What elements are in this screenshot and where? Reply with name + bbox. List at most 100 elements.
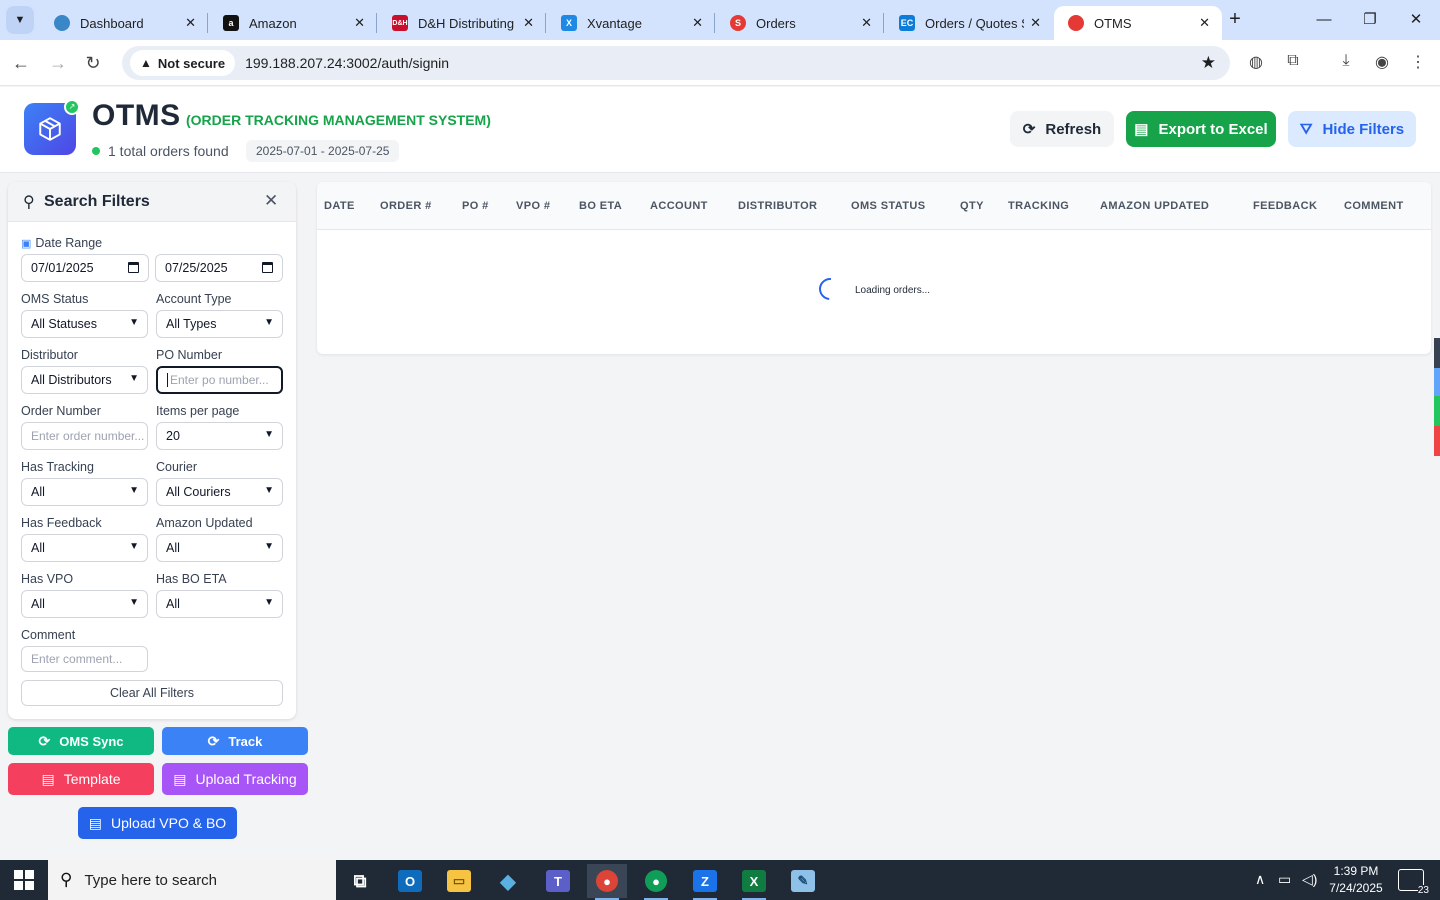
oms-sync-button[interactable]: ⟳ OMS Sync — [8, 727, 154, 755]
column-header-date[interactable]: DATE — [324, 200, 355, 212]
comment-input[interactable]: Enter comment... — [21, 646, 148, 672]
column-header-po[interactable]: PO # — [462, 200, 489, 212]
close-icon[interactable]: ✕ — [1199, 15, 1210, 31]
url-text[interactable]: 199.188.207.24:3002/auth/signin — [245, 55, 449, 71]
order-number-input[interactable]: Enter order number... — [21, 422, 148, 450]
items-per-page-select[interactable]: 20 ▼ — [156, 422, 283, 450]
tab-search-button[interactable]: ▼ — [6, 6, 34, 34]
close-icon[interactable]: ✕ — [523, 15, 534, 31]
teams-icon[interactable]: T — [538, 864, 578, 898]
oms-status-select[interactable]: All Statuses ▼ — [21, 310, 148, 338]
profile-icon[interactable]: ◉ — [1371, 52, 1393, 74]
track-button[interactable]: ⟳ Track — [162, 727, 308, 755]
bookmark-star-icon[interactable]: ★ — [1201, 53, 1216, 73]
calendar-icon: ▣ — [21, 237, 32, 250]
column-header-bo-eta[interactable]: BO ETA — [579, 200, 622, 212]
close-filters-icon[interactable]: ✕ — [264, 191, 278, 211]
tab-orders-quotes[interactable]: EC Orders / Quotes S ✕ — [885, 6, 1053, 40]
tab-dh-distributing[interactable]: D&H D&H Distributing ✕ — [378, 6, 546, 40]
column-header-tracking[interactable]: TRACKING — [1008, 200, 1069, 212]
column-header-feedback[interactable]: FEEDBACK — [1253, 200, 1317, 212]
hide-filters-button[interactable]: ⛛ Hide Filters — [1288, 111, 1416, 147]
excel-icon[interactable]: X — [734, 864, 774, 900]
has-bo-eta-label: Has BO ETA — [156, 572, 227, 586]
restore-icon[interactable]: ❐ — [1350, 8, 1390, 32]
column-header-oms-status[interactable]: OMS STATUS — [851, 200, 925, 212]
network-icon[interactable]: ▭ — [1278, 871, 1291, 888]
new-tab-plus-icon[interactable]: + — [1222, 8, 1248, 32]
column-header-vpo[interactable]: VPO # — [516, 200, 550, 212]
file-explorer-icon[interactable]: ▭ — [439, 864, 479, 898]
calendar-picker-icon[interactable] — [262, 262, 273, 273]
column-header-account[interactable]: ACCOUNT — [650, 200, 708, 212]
amazon-updated-select[interactable]: All ▼ — [156, 534, 283, 562]
column-header-order[interactable]: ORDER # — [380, 200, 432, 212]
date-from-input[interactable]: 07/01/2025 — [21, 254, 149, 282]
download-icon[interactable]: ⤓ — [1335, 52, 1357, 74]
calendar-picker-icon[interactable] — [128, 262, 139, 273]
translate-globe-icon[interactable]: ◍ — [1245, 52, 1267, 74]
tab-dashboard[interactable]: Dashboard ✕ — [40, 6, 208, 40]
tab-orders[interactable]: S Orders ✕ — [716, 6, 884, 40]
export-excel-button[interactable]: ▤ Export to Excel — [1126, 111, 1276, 147]
has-feedback-select[interactable]: All ▼ — [21, 534, 148, 562]
taskbar-clock[interactable]: 1:39 PM 7/24/2025 — [1326, 863, 1386, 897]
refresh-button[interactable]: ⟳ Refresh — [1010, 111, 1114, 147]
date-to-value: 07/25/2025 — [165, 261, 228, 275]
tab-label: Xvantage — [587, 15, 642, 31]
column-header-qty[interactable]: QTY — [960, 200, 984, 212]
tab-amazon[interactable]: a Amazon ✕ — [209, 6, 377, 40]
tab-xvantage[interactable]: X Xvantage ✕ — [547, 6, 715, 40]
address-bar[interactable]: ▲ Not secure 199.188.207.24:3002/auth/si… — [122, 46, 1230, 80]
column-header-distributor[interactable]: DISTRIBUTOR — [738, 200, 817, 212]
close-icon[interactable]: ✕ — [1030, 15, 1041, 31]
has-tracking-select[interactable]: All ▼ — [21, 478, 148, 506]
windows-start-icon[interactable] — [14, 870, 34, 890]
close-icon[interactable]: ✕ — [861, 15, 872, 31]
date-to-input[interactable]: 07/25/2025 — [155, 254, 283, 282]
reload-icon[interactable]: ↻ — [80, 50, 106, 76]
menu-kebab-icon[interactable]: ⋮ — [1407, 52, 1429, 74]
security-chip[interactable]: ▲ Not secure — [130, 50, 236, 76]
notification-center-icon[interactable]: 23 — [1398, 869, 1429, 896]
tray-chevron-up-icon[interactable]: ∧ — [1255, 871, 1265, 888]
chevron-down-icon: ▼ — [264, 485, 274, 496]
close-icon[interactable]: ✕ — [692, 15, 703, 31]
tab-otms[interactable]: OTMS ✕ — [1054, 6, 1222, 40]
template-button[interactable]: ▤ Template — [8, 763, 154, 795]
courier-select[interactable]: All Couriers ▼ — [156, 478, 283, 506]
forward-arrow-icon[interactable]: → — [45, 50, 71, 76]
volume-icon[interactable]: ◁) — [1302, 871, 1317, 888]
close-icon[interactable]: ✕ — [354, 15, 365, 31]
minimize-icon[interactable]: — — [1304, 8, 1344, 32]
status-dot — [92, 147, 100, 155]
distributor-select[interactable]: All Distributors ▼ — [21, 366, 148, 394]
clear-all-filters-button[interactable]: Clear All Filters — [21, 680, 283, 706]
notification-count: 23 — [1417, 885, 1429, 896]
dh-favicon: D&H — [392, 15, 408, 31]
close-icon[interactable]: ✕ — [185, 15, 196, 31]
account-type-select[interactable]: All Types ▼ — [156, 310, 283, 338]
task-view-icon[interactable]: ⧉ — [340, 864, 380, 898]
column-header-amazon-updated[interactable]: AMAZON UPDATED — [1100, 200, 1209, 212]
po-number-input[interactable]: Enter po number... — [156, 366, 283, 394]
back-arrow-icon[interactable]: ← — [8, 50, 34, 76]
has-vpo-select[interactable]: All ▼ — [21, 590, 148, 618]
chrome-icon[interactable]: ● — [587, 864, 627, 900]
upload-vpo-bo-button[interactable]: ▤ Upload VPO & BO — [78, 807, 237, 839]
column-header-comment[interactable]: COMMENT — [1344, 200, 1404, 212]
amazon-updated-label: Amazon Updated — [156, 516, 253, 530]
filters-title: Search Filters — [44, 193, 150, 210]
extensions-puzzle-icon[interactable]: ⧉ — [1282, 52, 1304, 74]
taskbar-search-box[interactable]: ⚲ Type here to search — [48, 860, 336, 900]
app-diamond-icon[interactable]: ◆ — [488, 864, 528, 898]
notepad-icon[interactable]: ✎ — [783, 864, 823, 898]
zoho-icon[interactable]: Z — [685, 864, 725, 900]
package-cube-icon — [39, 117, 61, 141]
tab-divider — [207, 13, 208, 33]
upload-tracking-button[interactable]: ▤ Upload Tracking — [162, 763, 308, 795]
outlook-icon[interactable]: O — [390, 864, 430, 898]
chrome-profile-icon[interactable]: ● — [636, 864, 676, 900]
has-bo-eta-select[interactable]: All ▼ — [156, 590, 283, 618]
window-close-icon[interactable]: ✕ — [1396, 8, 1436, 32]
